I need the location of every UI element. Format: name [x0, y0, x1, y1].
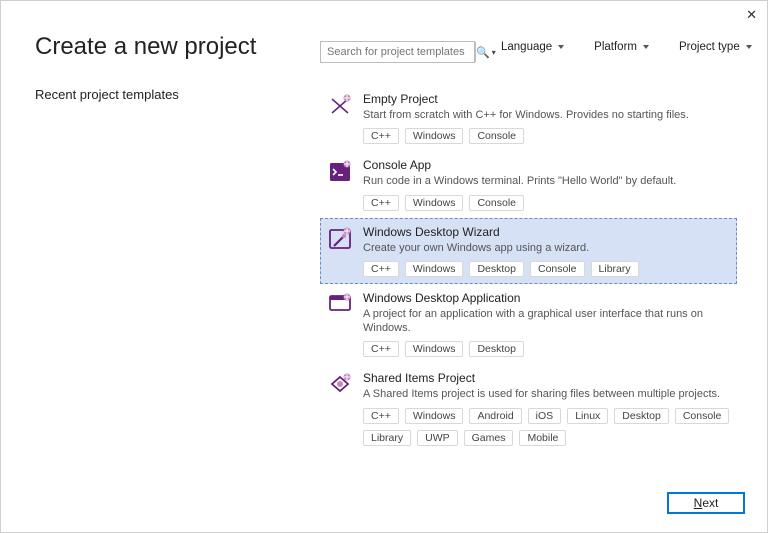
chevron-down-icon: ▾ [492, 48, 496, 57]
wizard-icon [327, 225, 353, 251]
template-tag: Console [675, 408, 730, 424]
template-tag: C++ [363, 195, 399, 211]
template-tag: Windows [405, 128, 464, 144]
template-description: A project for an application with a grap… [363, 307, 730, 336]
template-description: Start from scratch with C++ for Windows.… [363, 108, 730, 122]
new-project-dialog: ✕ Create a new project Recent project te… [0, 0, 768, 533]
next-button[interactable]: Next [667, 492, 745, 514]
template-tags: C++ Windows Desktop [363, 341, 730, 357]
dialog-footer: Next [667, 492, 745, 514]
empty-project-icon [327, 92, 353, 118]
template-tag: C++ [363, 341, 399, 357]
search-box: 🔍▾ [320, 41, 475, 63]
template-tag: C++ [363, 261, 399, 277]
template-tag: Mobile [519, 430, 566, 446]
template-tag: iOS [528, 408, 562, 424]
template-tag: Windows [405, 195, 464, 211]
template-tag: Android [469, 408, 521, 424]
chevron-down-icon [746, 45, 752, 49]
template-list: Empty Project Start from scratch with C++… [320, 85, 737, 460]
template-title: Windows Desktop Application [363, 291, 730, 305]
template-tag: Library [591, 261, 639, 277]
page-title: Create a new project [35, 33, 256, 61]
search-input[interactable] [321, 42, 475, 62]
desktop-app-icon [327, 291, 353, 317]
chevron-down-icon [558, 45, 564, 49]
template-tag: C++ [363, 128, 399, 144]
template-description: Create your own Windows app using a wiza… [363, 241, 730, 255]
close-button[interactable]: ✕ [746, 7, 757, 23]
shared-items-icon [327, 371, 353, 397]
template-tag: C++ [363, 408, 399, 424]
template-tag: Console [469, 128, 524, 144]
template-title: Shared Items Project [363, 371, 730, 385]
template-tags: C++ Windows Console [363, 128, 730, 144]
template-title: Empty Project [363, 92, 730, 106]
console-app-icon [327, 158, 353, 184]
template-tag: Library [363, 430, 411, 446]
template-tag: Games [464, 430, 514, 446]
template-description: A Shared Items project is used for shari… [363, 387, 730, 401]
chevron-down-icon [643, 45, 649, 49]
template-description: Run code in a Windows terminal. Prints "… [363, 174, 730, 188]
template-tags: C++ Windows Desktop Console Library [363, 261, 730, 277]
filter-bar: Language Platform Project type [501, 41, 752, 53]
template-tag: UWP [417, 430, 458, 446]
search-icon: 🔍 [476, 46, 490, 59]
platform-filter[interactable]: Platform [594, 41, 649, 53]
template-item[interactable]: Empty Project Start from scratch with C++… [320, 85, 737, 151]
template-item[interactable]: Windows Desktop Application A project for… [320, 284, 737, 365]
project-type-filter[interactable]: Project type [679, 41, 752, 53]
language-filter[interactable]: Language [501, 41, 564, 53]
template-tag: Windows [405, 261, 464, 277]
template-item[interactable]: Windows Desktop Wizard Create your own Wi… [320, 218, 737, 284]
template-tag: Console [530, 261, 585, 277]
template-tag: Windows [405, 341, 464, 357]
template-tag: Desktop [614, 408, 669, 424]
template-item[interactable]: Blank SolutionCreate an empty solution c… [320, 453, 737, 460]
template-item[interactable]: Shared Items Project A Shared Items proje… [320, 364, 737, 452]
template-tags: C++ Windows Android iOS Linux Desktop Console L… [363, 408, 730, 446]
template-tag: Windows [405, 408, 464, 424]
recent-templates-heading: Recent project templates [35, 87, 179, 102]
template-title: Windows Desktop Wizard [363, 225, 730, 239]
template-tag: Console [469, 195, 524, 211]
template-tags: C++ Windows Console [363, 195, 730, 211]
template-tag: Linux [567, 408, 608, 424]
template-title: Console App [363, 158, 730, 172]
template-tag: Desktop [469, 261, 524, 277]
template-item[interactable]: Console App Run code in a Windows termina… [320, 151, 737, 217]
search-button[interactable]: 🔍▾ [475, 42, 496, 62]
template-tag: Desktop [469, 341, 524, 357]
